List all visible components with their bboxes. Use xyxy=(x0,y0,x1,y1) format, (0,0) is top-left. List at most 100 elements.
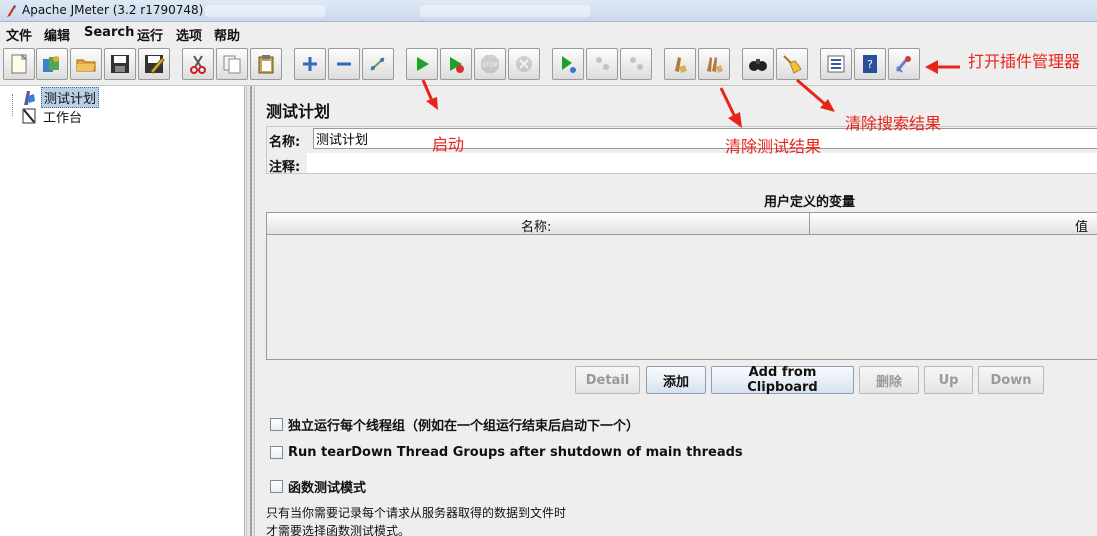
remote-start-button[interactable] xyxy=(552,48,584,80)
comment-label: 注释: xyxy=(269,160,301,175)
open-icon xyxy=(76,59,96,72)
annotation-clear-test-results: 清除测试结果 xyxy=(725,137,822,156)
remote-shutdown-button[interactable] xyxy=(620,48,652,80)
help-button[interactable]: ? xyxy=(854,48,886,80)
checkbox-box[interactable] xyxy=(270,418,283,431)
tree-item-workbench[interactable]: 工作台 xyxy=(20,107,84,126)
name-field[interactable] xyxy=(313,128,1097,149)
column-divider[interactable] xyxy=(809,213,810,235)
jmeter-feather-icon xyxy=(7,5,16,17)
save-as-button[interactable] xyxy=(138,48,170,80)
column-header-name[interactable]: 名称: xyxy=(521,216,551,235)
test-plan-icon xyxy=(24,91,35,105)
start-no-pause-icon xyxy=(450,57,464,73)
toolbar: STOP ? xyxy=(0,44,1097,86)
templates-button[interactable] xyxy=(36,48,68,80)
teardown-checkbox[interactable]: Run tearDown Thread Groups after shutdow… xyxy=(270,445,743,460)
checkbox-box[interactable] xyxy=(270,446,283,459)
test-plan-panel: 测试计划 名称: 注释: 用户定义的变量 名称: 值 Detail 添加 Add… xyxy=(256,86,1097,536)
user-variables-table[interactable]: 名称: 值 xyxy=(266,212,1097,360)
clear-all-icon xyxy=(707,57,723,73)
save-as-icon xyxy=(145,55,165,74)
cut-icon xyxy=(190,55,206,74)
plugins-manager-button[interactable] xyxy=(888,48,920,80)
annotation-open-plugins-manager: 打开插件管理器 xyxy=(968,52,1081,71)
menu-help[interactable]: 帮助 xyxy=(214,25,240,44)
reset-search-icon xyxy=(783,55,802,74)
menu-file[interactable]: 文件 xyxy=(6,25,32,44)
toggle-icon xyxy=(370,57,385,71)
tree-connector xyxy=(12,94,13,116)
shutdown-icon xyxy=(516,56,532,72)
comment-field[interactable] xyxy=(307,153,1097,173)
panel-splitter[interactable] xyxy=(246,86,255,536)
add-button[interactable]: 添加 xyxy=(646,366,706,394)
annotation-clear-search-results: 清除搜索结果 xyxy=(845,114,942,133)
menu-bar: 文件 编辑 Search 运行 选项 帮助 xyxy=(0,22,1097,44)
menu-search[interactable]: Search xyxy=(84,25,134,40)
collapse-icon xyxy=(337,62,351,66)
collapse-all-button[interactable] xyxy=(328,48,360,80)
user-variables-title: 用户定义的变量 xyxy=(764,195,856,210)
menu-edit[interactable]: 编辑 xyxy=(44,25,70,44)
window-title: Apache JMeter (3.2 r1790748) xyxy=(22,3,204,17)
delete-button[interactable]: 删除 xyxy=(859,366,919,394)
function-helper-button[interactable] xyxy=(820,48,852,80)
remote-shutdown-icon xyxy=(630,57,643,70)
tree-item-label: 工作台 xyxy=(43,110,83,126)
checkbox-label: 函数测试模式 xyxy=(288,481,367,496)
expand-icon xyxy=(303,57,317,71)
clear-all-button[interactable] xyxy=(698,48,730,80)
title-bar: Apache JMeter (3.2 r1790748) xyxy=(0,0,1097,22)
independent-thread-groups-checkbox[interactable]: 独立运行每个线程组（例如在一个组运行结束后启动下一个） xyxy=(270,415,639,434)
name-comment-form: 名称: 注释: xyxy=(266,126,1097,175)
paste-button[interactable] xyxy=(250,48,282,80)
start-button[interactable] xyxy=(406,48,438,80)
shutdown-button[interactable] xyxy=(508,48,540,80)
svg-text:STOP: STOP xyxy=(482,62,498,69)
functional-mode-note-line1: 只有当你需要记录每个请求从服务器取得的数据到文件时 xyxy=(266,506,567,520)
remote-stop-button[interactable] xyxy=(586,48,618,80)
reset-search-button[interactable] xyxy=(776,48,808,80)
toggle-button[interactable] xyxy=(362,48,394,80)
paste-icon xyxy=(258,55,274,74)
down-button[interactable]: Down xyxy=(978,366,1044,394)
start-no-pauses-button[interactable] xyxy=(440,48,472,80)
menu-options[interactable]: 选项 xyxy=(176,25,202,44)
functional-test-mode-checkbox[interactable]: 函数测试模式 xyxy=(270,477,366,496)
help-icon: ? xyxy=(863,55,877,73)
start-icon xyxy=(417,57,429,71)
menu-run[interactable]: 运行 xyxy=(137,25,163,44)
expand-all-button[interactable] xyxy=(294,48,326,80)
templates-icon xyxy=(43,56,59,72)
svg-text:?: ? xyxy=(867,58,873,71)
cut-button[interactable] xyxy=(182,48,214,80)
table-header: 名称: 值 xyxy=(267,213,1097,235)
tree-item-test-plan[interactable]: 测试计划 xyxy=(20,86,100,108)
add-from-clipboard-button[interactable]: Add from Clipboard xyxy=(711,365,854,395)
window-tab-placeholder xyxy=(205,5,325,17)
remote-stop-icon xyxy=(596,57,609,70)
checkbox-box[interactable] xyxy=(270,480,283,493)
open-button[interactable] xyxy=(70,48,102,80)
up-button[interactable]: Up xyxy=(924,366,973,394)
workbench-icon xyxy=(22,108,36,124)
search-button[interactable] xyxy=(742,48,774,80)
stop-button[interactable]: STOP xyxy=(474,48,506,80)
annotation-start: 启动 xyxy=(432,135,465,154)
new-icon xyxy=(11,53,28,74)
search-icon xyxy=(749,59,767,71)
new-button[interactable] xyxy=(3,48,35,80)
test-tree: 测试计划 工作台 xyxy=(0,86,245,536)
remote-start-icon xyxy=(562,56,576,73)
clear-button[interactable] xyxy=(664,48,696,80)
page-title: 测试计划 xyxy=(266,102,331,121)
detail-button[interactable]: Detail xyxy=(575,366,640,394)
column-header-value[interactable]: 值 xyxy=(1075,216,1088,235)
copy-button[interactable] xyxy=(216,48,248,80)
checkbox-label: Run tearDown Thread Groups after shutdow… xyxy=(288,445,743,460)
tree-item-label: 测试计划 xyxy=(41,86,100,108)
save-icon xyxy=(111,55,129,73)
function-helper-icon xyxy=(827,55,845,73)
save-button[interactable] xyxy=(104,48,136,80)
